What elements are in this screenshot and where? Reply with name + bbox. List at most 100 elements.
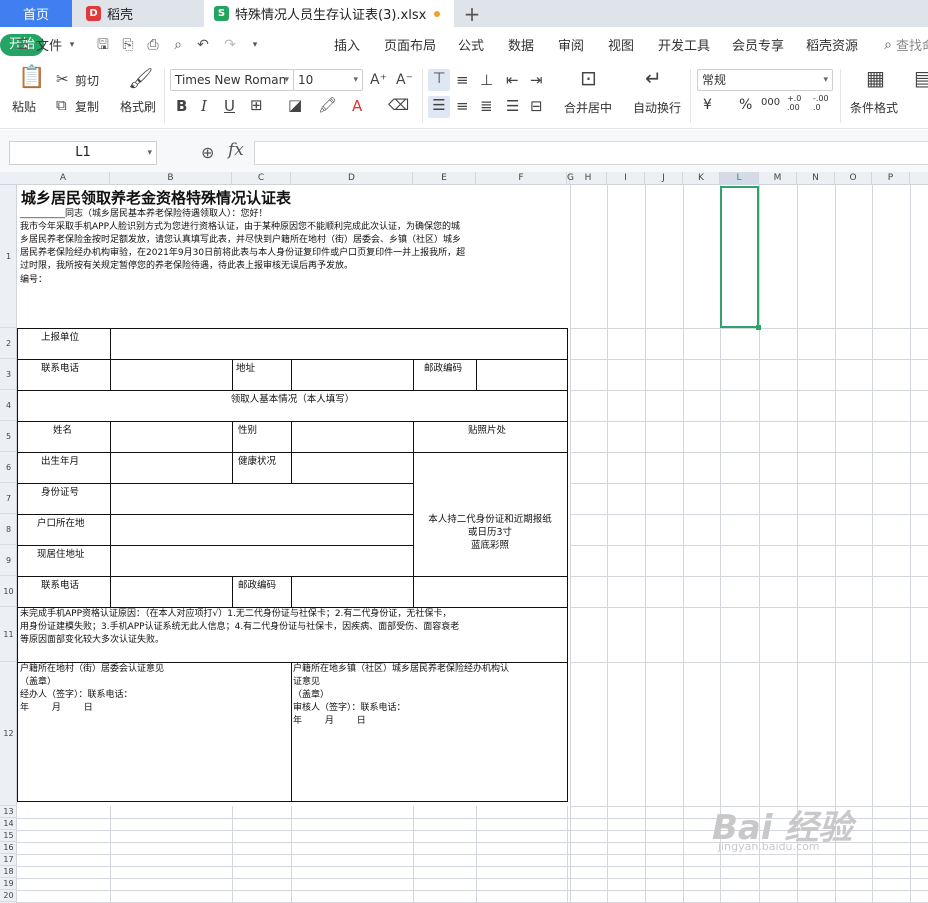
copy-icon[interactable]: ⧉ bbox=[56, 96, 67, 114]
row-header-9[interactable]: 9 bbox=[0, 545, 17, 576]
distributed-icon[interactable]: ⊟ bbox=[530, 97, 543, 115]
italic-icon[interactable]: I bbox=[201, 97, 207, 115]
merge-center-button[interactable]: 合并居中 bbox=[564, 99, 612, 116]
column-header-d[interactable]: D bbox=[291, 172, 413, 185]
paste-icon[interactable]: 📋 bbox=[18, 67, 45, 95]
formula-input[interactable] bbox=[254, 141, 928, 165]
border-icon[interactable]: ⊞ bbox=[250, 96, 263, 114]
font-color-icon[interactable]: A bbox=[352, 97, 362, 115]
menu-view[interactable]: 视图 bbox=[608, 35, 634, 54]
menu-file[interactable]: 文件 bbox=[36, 35, 62, 54]
bold-icon[interactable]: B bbox=[176, 97, 187, 115]
decrease-font-icon[interactable]: A⁻ bbox=[396, 71, 413, 89]
number-format-select[interactable]: 常规 ▾ bbox=[697, 69, 833, 91]
fx-icon[interactable]: fx bbox=[228, 140, 244, 160]
column-header-p[interactable]: P bbox=[872, 172, 910, 185]
decimal-increase-button[interactable]: +.0 .00 bbox=[787, 94, 801, 112]
menu-insert[interactable]: 插入 bbox=[334, 35, 360, 54]
print-preview-icon[interactable]: ⌕ bbox=[170, 37, 186, 53]
row-header-12[interactable]: 12 bbox=[0, 662, 17, 806]
row-header-4[interactable]: 4 bbox=[0, 390, 17, 421]
menu-data[interactable]: 数据 bbox=[508, 35, 534, 54]
wrap-text-button[interactable]: 自动换行 bbox=[633, 99, 681, 116]
chevron-down-icon[interactable]: ▾ bbox=[64, 37, 80, 53]
format-painter-icon[interactable]: 🖌 bbox=[128, 68, 153, 88]
sheet-grid[interactable]: ABCDEFGHIJKLMNOP 1 2 3 4 5 6 7 8 9 10 11 12 13 14 15 16… bbox=[0, 172, 928, 903]
row-header-2[interactable]: 2 bbox=[0, 328, 17, 359]
conditional-format-icon[interactable]: ▦ bbox=[866, 68, 885, 88]
redo-icon[interactable]: ↷ bbox=[222, 37, 238, 53]
font-name-select[interactable]: Times New Roman ▾ bbox=[170, 69, 294, 91]
column-header-f[interactable]: F bbox=[476, 172, 567, 185]
font-size-select[interactable]: 10 ▾ bbox=[293, 69, 363, 91]
increase-font-icon[interactable]: A⁺ bbox=[370, 71, 387, 89]
row-header-6[interactable]: 6 bbox=[0, 452, 17, 483]
fill-color-icon[interactable]: ◪ bbox=[288, 96, 302, 114]
tab-home[interactable]: 首页 bbox=[0, 0, 72, 27]
fill-handle[interactable] bbox=[756, 325, 761, 330]
row-header-1[interactable]: 1 bbox=[0, 185, 17, 328]
menu-page-layout[interactable]: 页面布局 bbox=[384, 35, 436, 54]
row-header-7[interactable]: 7 bbox=[0, 483, 17, 514]
column-header-m[interactable]: M bbox=[759, 172, 797, 185]
paste-button[interactable]: 粘贴 bbox=[12, 98, 36, 115]
wrap-text-icon[interactable]: ↵ bbox=[645, 68, 662, 88]
row-header-14[interactable]: 14 bbox=[0, 818, 17, 830]
column-header-e[interactable]: E bbox=[413, 172, 476, 185]
row-header-10[interactable]: 10 bbox=[0, 576, 17, 607]
save-icon[interactable]: 🖫 bbox=[95, 37, 111, 53]
print-icon[interactable]: ⎙ bbox=[145, 37, 161, 53]
table-style-icon[interactable]: ▤ bbox=[914, 68, 928, 88]
clear-format-icon[interactable]: ⌫ bbox=[388, 96, 409, 114]
name-box[interactable]: L1 ▾ bbox=[9, 141, 157, 165]
align-middle-icon[interactable]: ≡ bbox=[456, 71, 469, 89]
decimal-decrease-button[interactable]: -.00 .0 bbox=[813, 94, 829, 112]
column-header-b[interactable]: B bbox=[110, 172, 232, 185]
merge-center-icon[interactable]: ⊡ bbox=[580, 68, 597, 88]
undo-icon[interactable]: ↶ bbox=[195, 37, 211, 53]
underline-icon[interactable]: U bbox=[224, 97, 235, 115]
row-header-19[interactable]: 19 bbox=[0, 878, 17, 890]
row-header-5[interactable]: 5 bbox=[0, 421, 17, 452]
highlight-icon[interactable]: 🖍 bbox=[318, 96, 337, 114]
column-header-k[interactable]: K bbox=[683, 172, 720, 185]
indent-decrease-icon[interactable]: ⇤ bbox=[506, 71, 519, 89]
percent-button[interactable]: % bbox=[739, 97, 752, 113]
column-header-h[interactable]: H bbox=[570, 172, 607, 185]
zoom-icon[interactable]: ⊕ bbox=[201, 143, 214, 162]
row-header-11[interactable]: 11 bbox=[0, 607, 17, 662]
menu-review[interactable]: 审阅 bbox=[558, 35, 584, 54]
row-header-16[interactable]: 16 bbox=[0, 842, 17, 854]
column-header-a[interactable]: A bbox=[17, 172, 110, 185]
row-header-8[interactable]: 8 bbox=[0, 514, 17, 545]
menu-daoke-resources[interactable]: 稻壳资源 bbox=[806, 35, 858, 54]
menu-member[interactable]: 会员专享 bbox=[732, 35, 784, 54]
column-header-n[interactable]: N bbox=[797, 172, 835, 185]
row-header-3[interactable]: 3 bbox=[0, 359, 17, 390]
selected-cell-l1[interactable] bbox=[720, 186, 759, 328]
row-header-17[interactable]: 17 bbox=[0, 854, 17, 866]
thousands-button[interactable]: 000 bbox=[761, 97, 780, 108]
cut-icon[interactable]: ✂ bbox=[56, 70, 69, 88]
more-chevron-icon[interactable]: ▾ bbox=[247, 37, 263, 53]
format-painter-button[interactable]: 格式刷 bbox=[120, 98, 156, 115]
row-header-15[interactable]: 15 bbox=[0, 830, 17, 842]
align-right-icon[interactable]: ≣ bbox=[480, 97, 493, 115]
column-header-l[interactable]: L bbox=[720, 172, 759, 185]
align-bottom-icon[interactable]: ⊥ bbox=[480, 71, 493, 89]
row-header-13[interactable]: 13 bbox=[0, 806, 17, 818]
align-left-icon[interactable]: ☰ bbox=[428, 96, 450, 118]
column-header-i[interactable]: I bbox=[607, 172, 645, 185]
conditional-format-button[interactable]: 条件格式 bbox=[850, 99, 898, 116]
align-center-icon[interactable]: ≡ bbox=[456, 97, 469, 115]
row-header-20[interactable]: 20 bbox=[0, 890, 17, 902]
copy-button[interactable]: 复制 bbox=[75, 98, 99, 115]
column-header-c[interactable]: C bbox=[232, 172, 291, 185]
tab-daoke[interactable]: D 稻壳 bbox=[76, 0, 200, 27]
menu-dev-tools[interactable]: 开发工具 bbox=[658, 35, 710, 54]
indent-increase-icon[interactable]: ⇥ bbox=[530, 71, 543, 89]
tab-file[interactable]: S 特殊情况人员生存认证表(3).xlsx bbox=[204, 0, 454, 27]
search-label[interactable]: 查找命 bbox=[896, 35, 928, 54]
new-tab-button[interactable]: + bbox=[458, 0, 486, 27]
hamburger-icon[interactable]: ☰ bbox=[14, 37, 30, 53]
